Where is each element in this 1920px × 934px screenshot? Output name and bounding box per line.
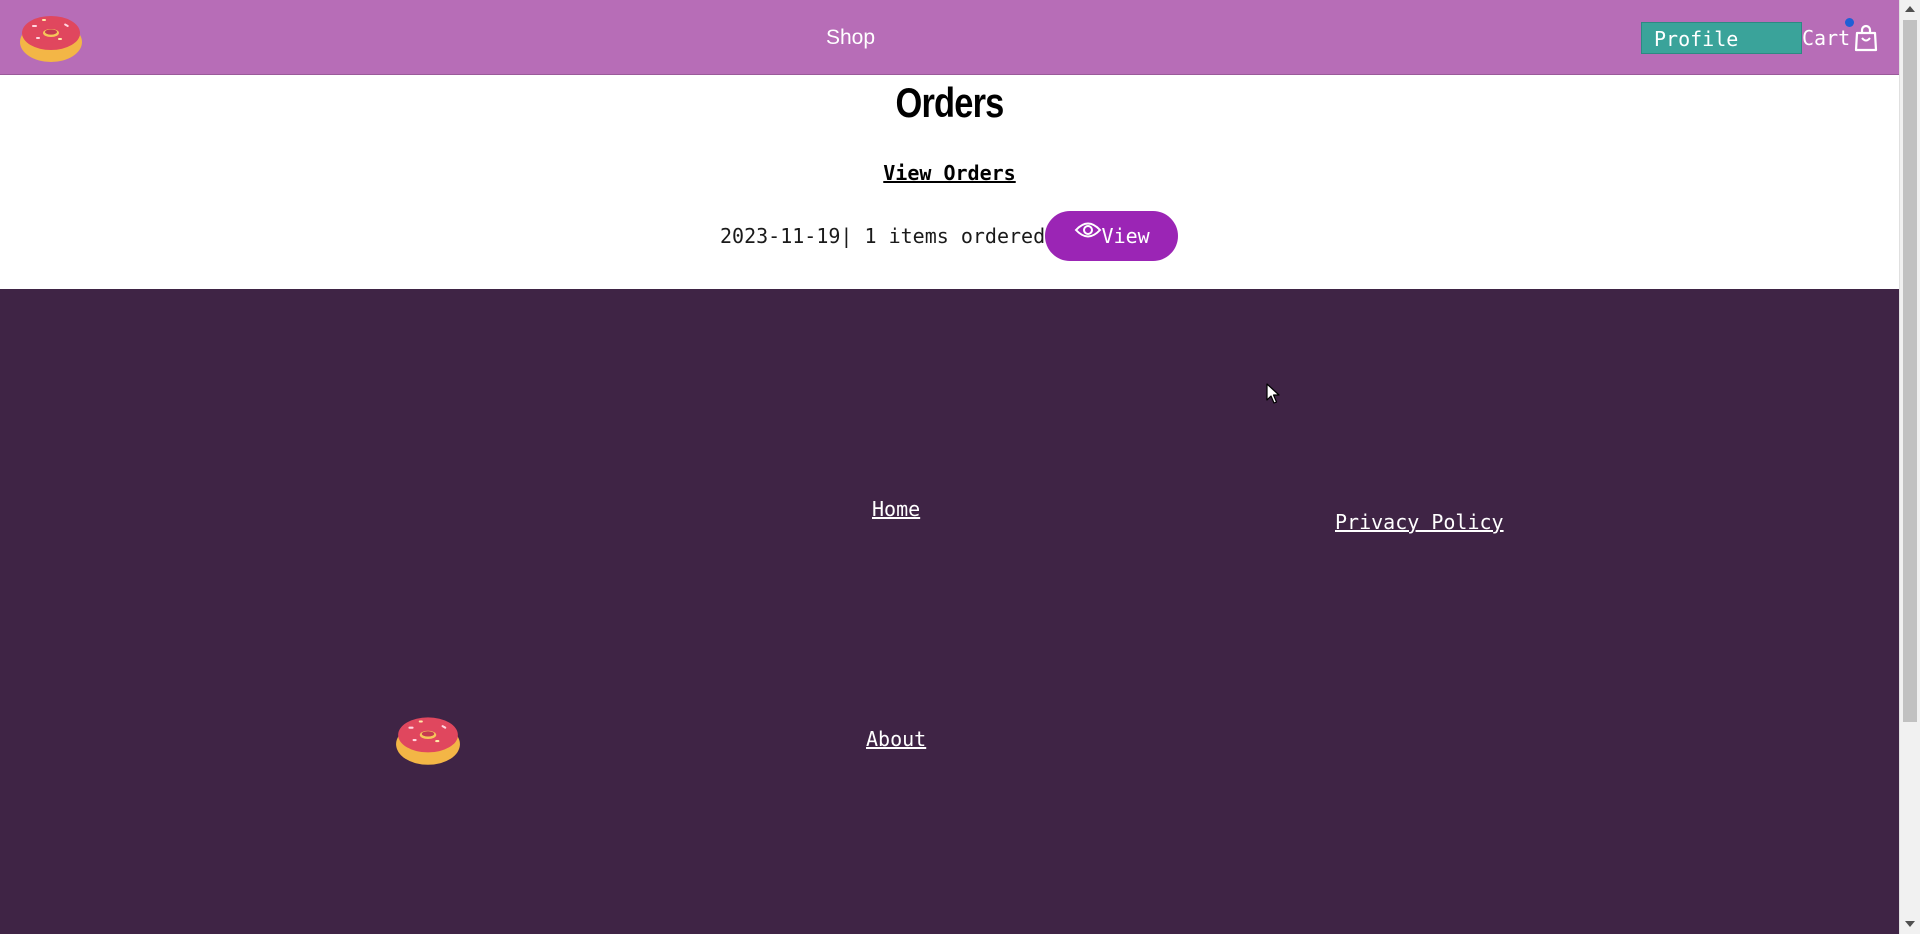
cart-label: Cart xyxy=(1802,26,1851,50)
mouse-cursor-icon xyxy=(1266,383,1280,404)
donut-icon xyxy=(396,717,460,765)
eye-icon xyxy=(1074,222,1101,238)
footer: Home Privacy Policy About xyxy=(0,289,1899,934)
order-summary: | 1 items ordered xyxy=(840,224,1046,248)
cart-link[interactable]: Cart xyxy=(1802,22,1880,54)
vertical-scrollbar[interactable] xyxy=(1899,0,1920,934)
nav-shop-link[interactable]: Shop xyxy=(826,26,875,50)
scroll-up-arrow-icon[interactable] xyxy=(1905,6,1915,12)
donut-icon[interactable] xyxy=(18,8,84,64)
page-title: Orders xyxy=(895,79,1004,126)
cart-badge xyxy=(1845,18,1854,27)
profile-button[interactable]: Profile xyxy=(1641,22,1802,54)
view-order-label: View xyxy=(1101,224,1150,248)
order-row: 2023-11-19 | 1 items ordered View xyxy=(720,211,1179,261)
footer-home-link[interactable]: Home xyxy=(872,497,920,521)
view-orders-heading: View Orders xyxy=(883,161,1016,185)
shopping-bag-icon xyxy=(1855,24,1878,52)
orders-section: Orders View Orders 2023-11-19 | 1 items … xyxy=(0,75,1899,289)
navbar: Shop Profile Cart xyxy=(0,0,1899,75)
footer-about-link[interactable]: About xyxy=(866,727,926,751)
page: Shop Profile Cart Orders View Orders 202… xyxy=(0,0,1899,934)
order-date: 2023-11-19 xyxy=(720,224,841,248)
scroll-down-arrow-icon[interactable] xyxy=(1905,921,1915,927)
scrollbar-thumb[interactable] xyxy=(1903,20,1917,722)
view-order-button[interactable]: View xyxy=(1045,211,1179,261)
footer-privacy-policy-link[interactable]: Privacy Policy xyxy=(1335,510,1504,534)
